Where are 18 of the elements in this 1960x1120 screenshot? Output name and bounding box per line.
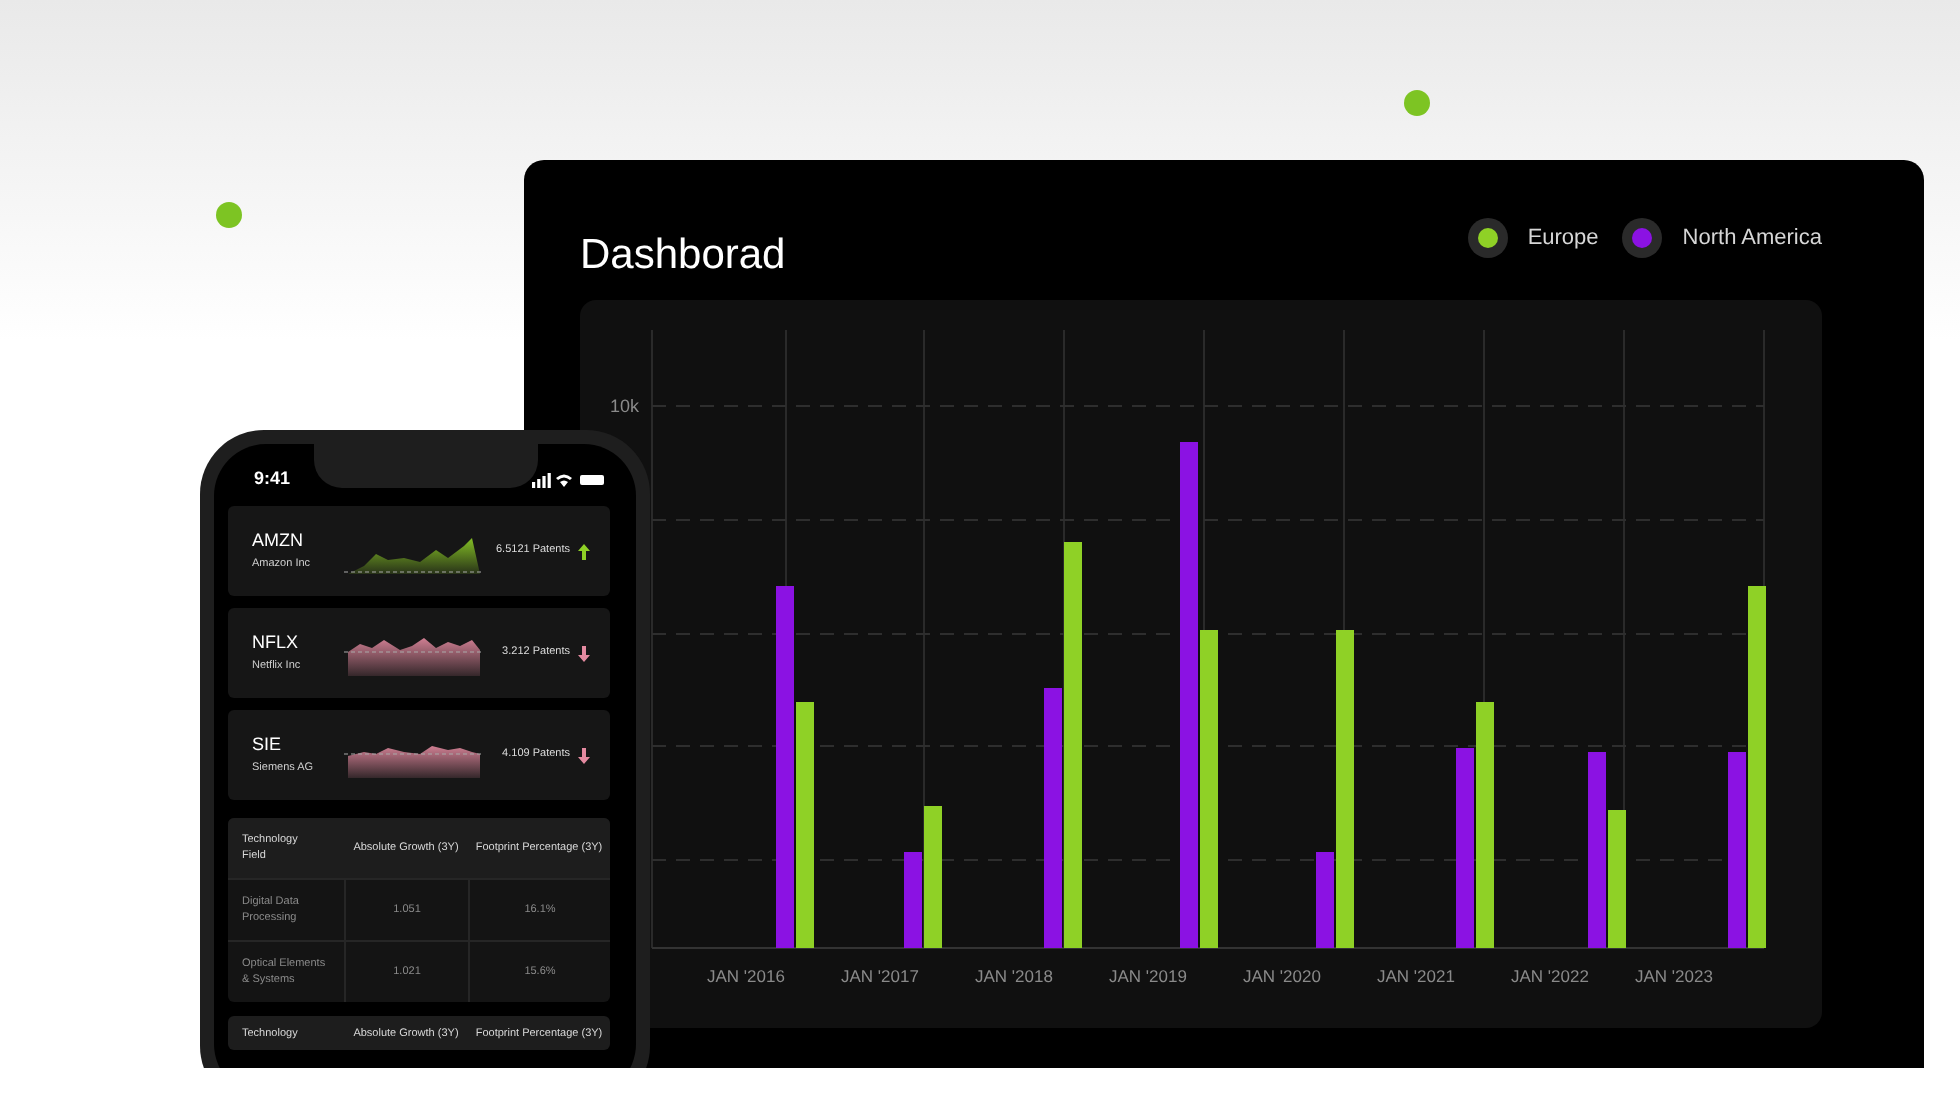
axis-label: JAN '2019 [1109,966,1187,986]
axis-label: JAN '2020 [1243,966,1321,986]
axis-tick-label: 10k [610,396,640,416]
legend-label: Europe [1527,223,1599,254]
status-icons [532,472,608,488]
axis-label: JAN '2016 [707,966,785,986]
dashboard-title: Dashborad [580,230,786,282]
stock-ticker: NFLX [252,632,301,652]
stock-ticker: AMZN [252,530,305,550]
axis-label: JAN '2017 [841,966,919,986]
axis-label: JAN '2022 [1511,966,1589,986]
axis-label: JAN '2023 [1635,966,1713,986]
axis-label: JAN '2021 [1377,966,1455,986]
axis-label: JAN '2018 [975,966,1053,986]
legend-label: North America [1682,223,1822,254]
bar [1608,810,1626,948]
stock-ticker: SIE [252,734,284,754]
status-time: 9:41 [254,466,291,493]
